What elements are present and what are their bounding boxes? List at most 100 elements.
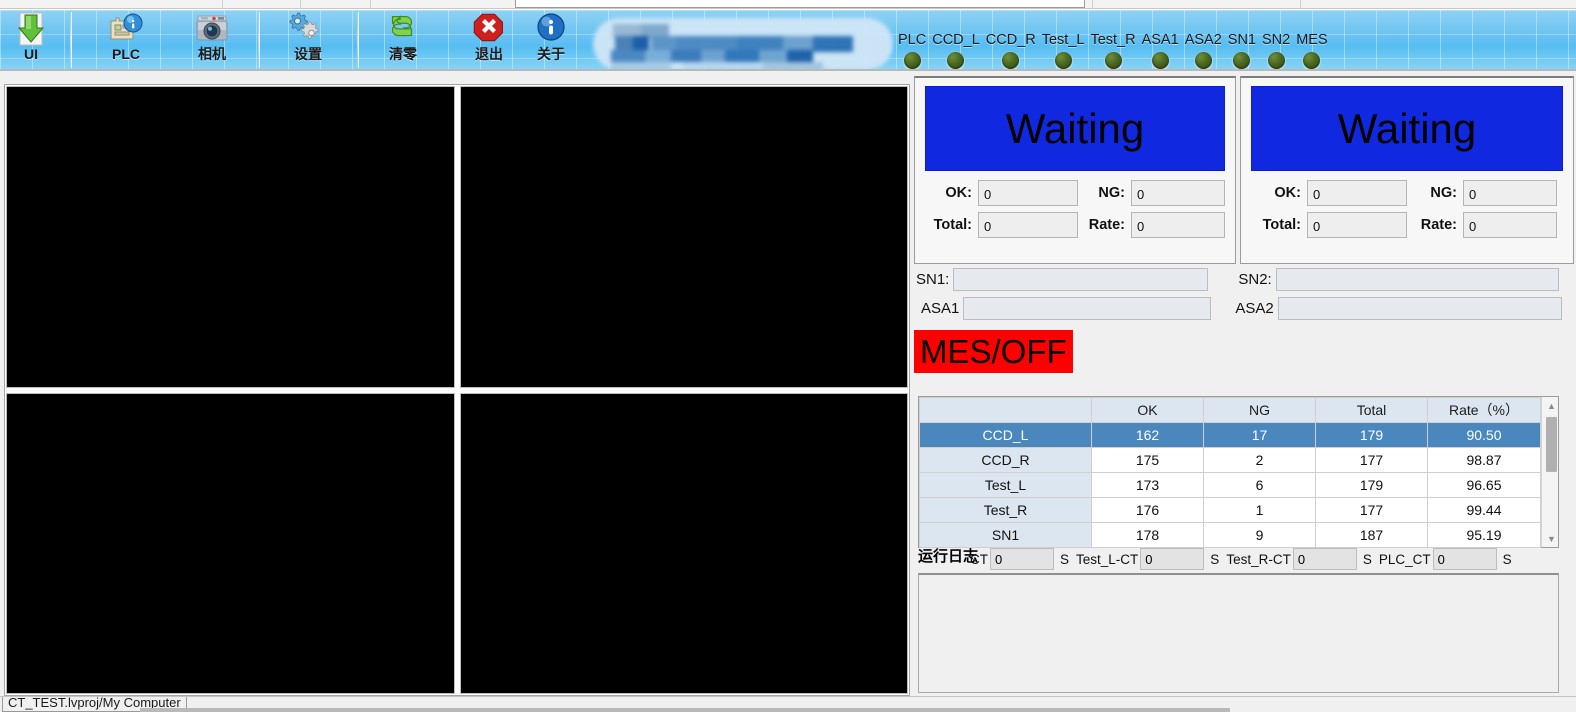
toolbar-button-label: 关于	[537, 46, 565, 62]
station-1-ng-label: NG:	[1098, 185, 1125, 201]
toolbar-button-camera[interactable]: 相机	[166, 10, 258, 69]
scroll-up-arrow-icon[interactable]: ▲	[1542, 397, 1561, 414]
station-1-total-value[interactable]	[978, 212, 1078, 238]
ct-unit: S	[1060, 551, 1070, 567]
ct-label: CT	[970, 551, 988, 567]
station-1-rate-value[interactable]	[1131, 212, 1225, 238]
video-panel-top-right[interactable]	[459, 86, 908, 388]
toolbar-button-settings[interactable]: 设置	[262, 10, 354, 69]
station-1-ok-value[interactable]	[978, 180, 1078, 206]
table-cell-total: 179	[1315, 422, 1428, 448]
station-1-rate-label: Rate:	[1088, 217, 1125, 233]
asa2-group: ASA2	[1233, 297, 1562, 320]
sn2-label: SN2:	[1238, 271, 1272, 288]
status-lamp-label: CCD_R	[985, 32, 1036, 48]
right-control-column: Waiting OK: NG: Total: Rate:	[914, 76, 1574, 696]
redacted-title-region	[593, 18, 893, 69]
status-lamp-asa2[interactable]: ASA2	[1183, 32, 1224, 69]
table-row[interactable]: CCD_L 162 17 179 90.50	[919, 422, 1541, 448]
lamp-indicator-icon	[947, 52, 965, 69]
station-2-ng-value[interactable]	[1463, 180, 1557, 206]
station-panel-2: Waiting OK: NG: Total: Rate:	[1240, 76, 1574, 264]
station-2-status-box[interactable]: Waiting	[1251, 86, 1563, 171]
menu-toolbox-frame	[515, 0, 1085, 8]
station-2-ok-value[interactable]	[1307, 180, 1407, 206]
table-cell-rate: 90.50	[1427, 422, 1541, 448]
video-panel-bottom-left[interactable]	[6, 392, 455, 694]
status-lamp-ccd-r[interactable]: CCD_R	[984, 32, 1038, 69]
status-lamp-group: PLC CCD_L CCD_R Test_L Test_R ASA1 ASA2 …	[896, 32, 1332, 69]
sn1-input[interactable]	[953, 268, 1209, 291]
status-lamp-label: MES	[1296, 32, 1328, 48]
status-lamp-sn2[interactable]: SN2	[1260, 32, 1292, 69]
table-cell-rate: 98.87	[1427, 447, 1541, 473]
table-vertical-scrollbar[interactable]: ▲ ▼	[1541, 397, 1558, 547]
sn1-label: SN1:	[916, 271, 950, 288]
ct-value[interactable]	[990, 548, 1054, 570]
statistics-table: OK NG Total Rate（%） CCD_L 162 17 179 90.…	[919, 397, 1541, 548]
station-2-rate-value[interactable]	[1463, 212, 1557, 238]
toolbar-button-label: UI	[24, 46, 38, 62]
sn2-input[interactable]	[1275, 268, 1559, 291]
status-lamp-test-l[interactable]: Test_L	[1040, 32, 1087, 69]
station-2-ng-label: NG:	[1430, 185, 1457, 201]
toolbar-button-label: 设置	[294, 46, 322, 62]
toolbar-button-about[interactable]: 关于	[505, 10, 597, 69]
refresh-reset-icon	[383, 12, 423, 46]
camera-display-area	[4, 84, 910, 696]
station-1-ng-value[interactable]	[1131, 180, 1225, 206]
table-cell-ng: 1	[1203, 497, 1316, 523]
table-row[interactable]: Test_L 173 6 179 96.65	[919, 472, 1541, 498]
asa1-group: ASA1	[919, 297, 1212, 320]
table-cell-ng: 17	[1203, 422, 1316, 448]
toolbar-button-label: PLC	[112, 46, 140, 62]
table-row[interactable]: SN1 178 9 187 95.19	[919, 522, 1541, 548]
station-2-total-value[interactable]	[1307, 212, 1407, 238]
lamp-indicator-icon	[903, 52, 921, 69]
station-2-counters: OK: NG: Total: Rate:	[1251, 180, 1563, 238]
status-lamp-test-r[interactable]: Test_R	[1088, 32, 1137, 69]
test-l-ct-value[interactable]	[1140, 548, 1205, 570]
status-lamp-label: SN1	[1227, 32, 1256, 48]
toolbar-button-label: 退出	[475, 46, 503, 62]
test-r-ct-value[interactable]	[1292, 548, 1357, 570]
table-cell-ok: 162	[1091, 422, 1204, 448]
cycle-time-bar: CT S Test_L-CT S Test_R-CT S PLC_CT S	[918, 546, 1559, 572]
status-bar-divider	[140, 708, 1230, 712]
table-cell-ok: 176	[1091, 497, 1204, 523]
toolbar-button-reset[interactable]: 清零	[357, 10, 449, 69]
scroll-down-arrow-icon[interactable]: ▼	[1542, 530, 1561, 547]
table-row[interactable]: CCD_R 175 2 177 98.87	[919, 447, 1541, 473]
download-arrow-icon	[11, 12, 51, 46]
table-row[interactable]: Test_R 176 1 177 99.44	[919, 497, 1541, 523]
statistics-table-container: OK NG Total Rate（%） CCD_L 162 17 179 90.…	[918, 396, 1559, 548]
table-cell-rate: 96.65	[1427, 472, 1541, 498]
table-header-row: OK NG Total Rate（%）	[919, 397, 1541, 423]
status-lamp-label: PLC	[898, 32, 927, 48]
asa2-label: ASA2	[1235, 300, 1274, 317]
station-1-status-box[interactable]: Waiting	[925, 86, 1225, 171]
asa2-input[interactable]	[1277, 297, 1562, 320]
table-header-blank	[919, 397, 1092, 423]
scrollbar-thumb[interactable]	[1546, 417, 1557, 472]
status-lamp-asa1[interactable]: ASA1	[1140, 32, 1181, 69]
mes-status-badge[interactable]: MES/OFF	[914, 330, 1073, 373]
status-lamp-mes[interactable]: MES	[1294, 32, 1329, 69]
table-header-ng: NG	[1203, 397, 1316, 423]
run-log-textarea[interactable]	[918, 573, 1559, 693]
status-lamp-plc[interactable]: PLC	[896, 32, 928, 69]
toolbar-button-ui[interactable]: UI	[0, 10, 77, 69]
status-lamp-ccd-l[interactable]: CCD_L	[930, 32, 982, 69]
lamp-indicator-icon	[1104, 52, 1122, 69]
asa1-input[interactable]	[963, 297, 1212, 320]
test-r-ct-label: Test_R-CT	[1226, 551, 1291, 567]
plc-ct-value[interactable]	[1432, 548, 1497, 570]
video-panel-bottom-right[interactable]	[459, 392, 908, 694]
table-cell-ng: 6	[1203, 472, 1316, 498]
plc-ct-unit: S	[1502, 551, 1512, 567]
status-lamp-sn1[interactable]: SN1	[1226, 32, 1258, 69]
table-cell-total: 177	[1315, 447, 1428, 473]
toolbar-button-plc[interactable]: PLC	[80, 10, 172, 69]
video-panel-top-left[interactable]	[6, 86, 455, 388]
station-2-total-label: Total:	[1262, 217, 1301, 233]
